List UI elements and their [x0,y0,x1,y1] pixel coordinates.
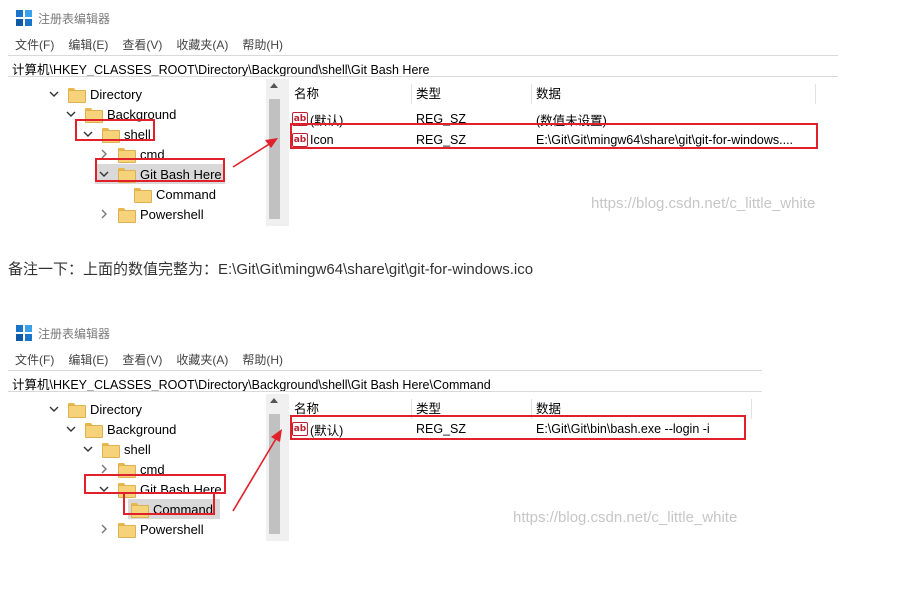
note-text: 备注一下：上面的数值完整为：E:\Git\Git\mingw64\share\g… [8,261,534,278]
annotation-arrow [232,138,278,168]
regedit-screenshot-1: 注册表编辑器 文件(F) 编辑(E) 查看(V) 收藏夹(A) 帮助(H) 计算… [8,6,838,226]
regedit-screenshot-2: 注册表编辑器 文件(F) 编辑(E) 查看(V) 收藏夹(A) 帮助(H) 计算… [8,321,762,541]
annotation-arrow [232,429,282,512]
